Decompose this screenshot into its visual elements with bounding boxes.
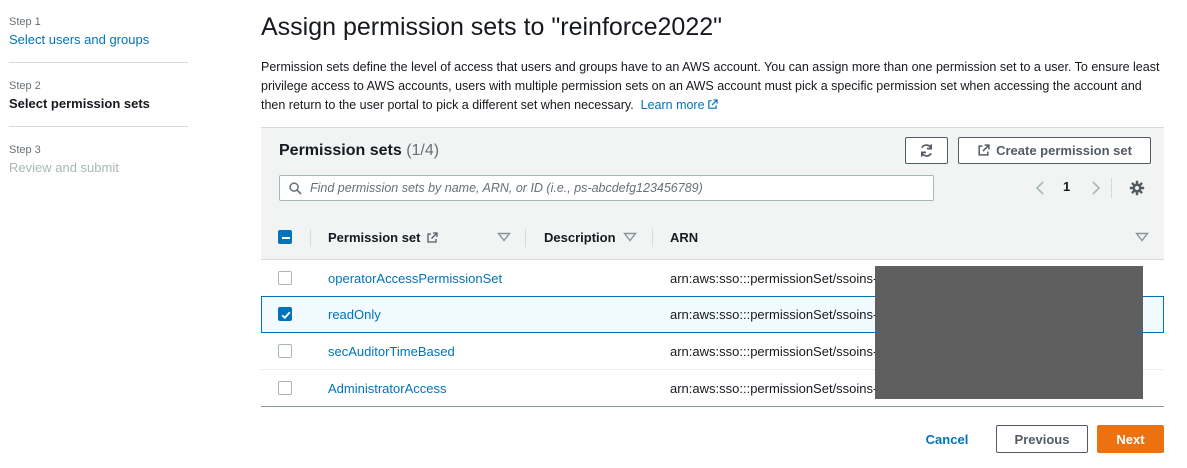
column-label: ARN (670, 230, 699, 245)
permission-set-link[interactable]: AdministratorAccess (328, 381, 446, 396)
column-label: Description (544, 230, 616, 245)
redaction-block (875, 266, 1143, 399)
permission-set-link[interactable]: operatorAccessPermissionSet (328, 271, 502, 286)
refresh-icon (920, 144, 933, 157)
indeterminate-icon (282, 237, 290, 239)
row-checkbox[interactable] (278, 344, 292, 358)
selection-count: (1/4) (406, 142, 440, 159)
previous-button[interactable]: Previous (996, 425, 1088, 453)
row-checkbox[interactable] (278, 271, 292, 285)
page-description: Permission sets define the level of acce… (261, 58, 1161, 115)
arn-value: arn:aws:sso:::permissionSet/ssoins- (670, 271, 878, 286)
step-1: Step 1 Select users and groups (9, 15, 189, 49)
page-title: Assign permission sets to "reinforce2022… (261, 13, 723, 41)
step-divider (9, 126, 188, 127)
panel-title-text: Permission sets (279, 142, 402, 159)
step-number: Step 2 (9, 80, 41, 92)
external-link-icon (978, 144, 990, 156)
external-link-icon (707, 99, 718, 109)
panel-title: Permission sets (1/4) (279, 141, 439, 161)
external-link-icon (426, 231, 438, 243)
create-permission-set-label: Create permission set (996, 143, 1132, 158)
column-separator (652, 229, 653, 247)
permission-set-link[interactable]: secAuditorTimeBased (328, 344, 455, 359)
column-header-arn[interactable]: ARN (670, 215, 698, 260)
checkmark-icon (281, 311, 291, 320)
search-icon (289, 182, 302, 195)
gear-icon[interactable] (1129, 180, 1145, 196)
step-3: Step 3 Review and submit (9, 143, 189, 177)
step-disabled-review: Review and submit (9, 160, 119, 175)
learn-more-link[interactable]: Learn more (641, 98, 718, 112)
step-number: Step 3 (9, 144, 41, 156)
column-label: Permission set (328, 230, 421, 245)
sort-caret-icon[interactable] (497, 232, 511, 242)
sort-caret-icon[interactable] (1135, 232, 1149, 242)
chevron-left-icon[interactable] (1033, 180, 1047, 196)
refresh-button[interactable] (905, 137, 948, 164)
search-input[interactable] (310, 176, 930, 200)
next-button[interactable]: Next (1097, 425, 1164, 453)
column-separator (525, 229, 526, 247)
permission-set-link[interactable]: readOnly (328, 307, 381, 322)
arn-value: arn:aws:sso:::permissionSet/ssoins- (670, 307, 878, 322)
learn-more-label: Learn more (640, 98, 705, 112)
select-all-checkbox[interactable] (278, 230, 292, 244)
column-separator (310, 229, 311, 247)
sort-caret-icon[interactable] (623, 232, 637, 242)
step-current-select-permission-sets: Select permission sets (9, 96, 150, 111)
pager-divider (1111, 178, 1112, 198)
column-header-permission-set[interactable]: Permission set (328, 215, 438, 260)
step-2: Step 2 Select permission sets (9, 79, 189, 113)
row-checkbox-checked[interactable] (278, 307, 292, 321)
step-number: Step 1 (9, 16, 41, 28)
cancel-button[interactable]: Cancel (912, 425, 982, 453)
panel-header: Permission sets (1/4) Create permission … (261, 128, 1164, 215)
row-checkbox[interactable] (278, 381, 292, 395)
step-link-select-users[interactable]: Select users and groups (9, 31, 189, 49)
step-divider (9, 62, 188, 63)
pagination: 1 (1033, 178, 1103, 198)
arn-value: arn:aws:sso:::permissionSet/ssoins- (670, 344, 878, 359)
chevron-right-icon[interactable] (1089, 180, 1103, 196)
search-box (279, 175, 934, 201)
column-header-description[interactable]: Description (544, 215, 616, 260)
current-page-number[interactable]: 1 (1063, 179, 1070, 194)
create-permission-set-button[interactable]: Create permission set (958, 137, 1151, 164)
table-header: Permission set Description ARN (261, 215, 1164, 260)
arn-value: arn:aws:sso:::permissionSet/ssoins- (670, 381, 878, 396)
